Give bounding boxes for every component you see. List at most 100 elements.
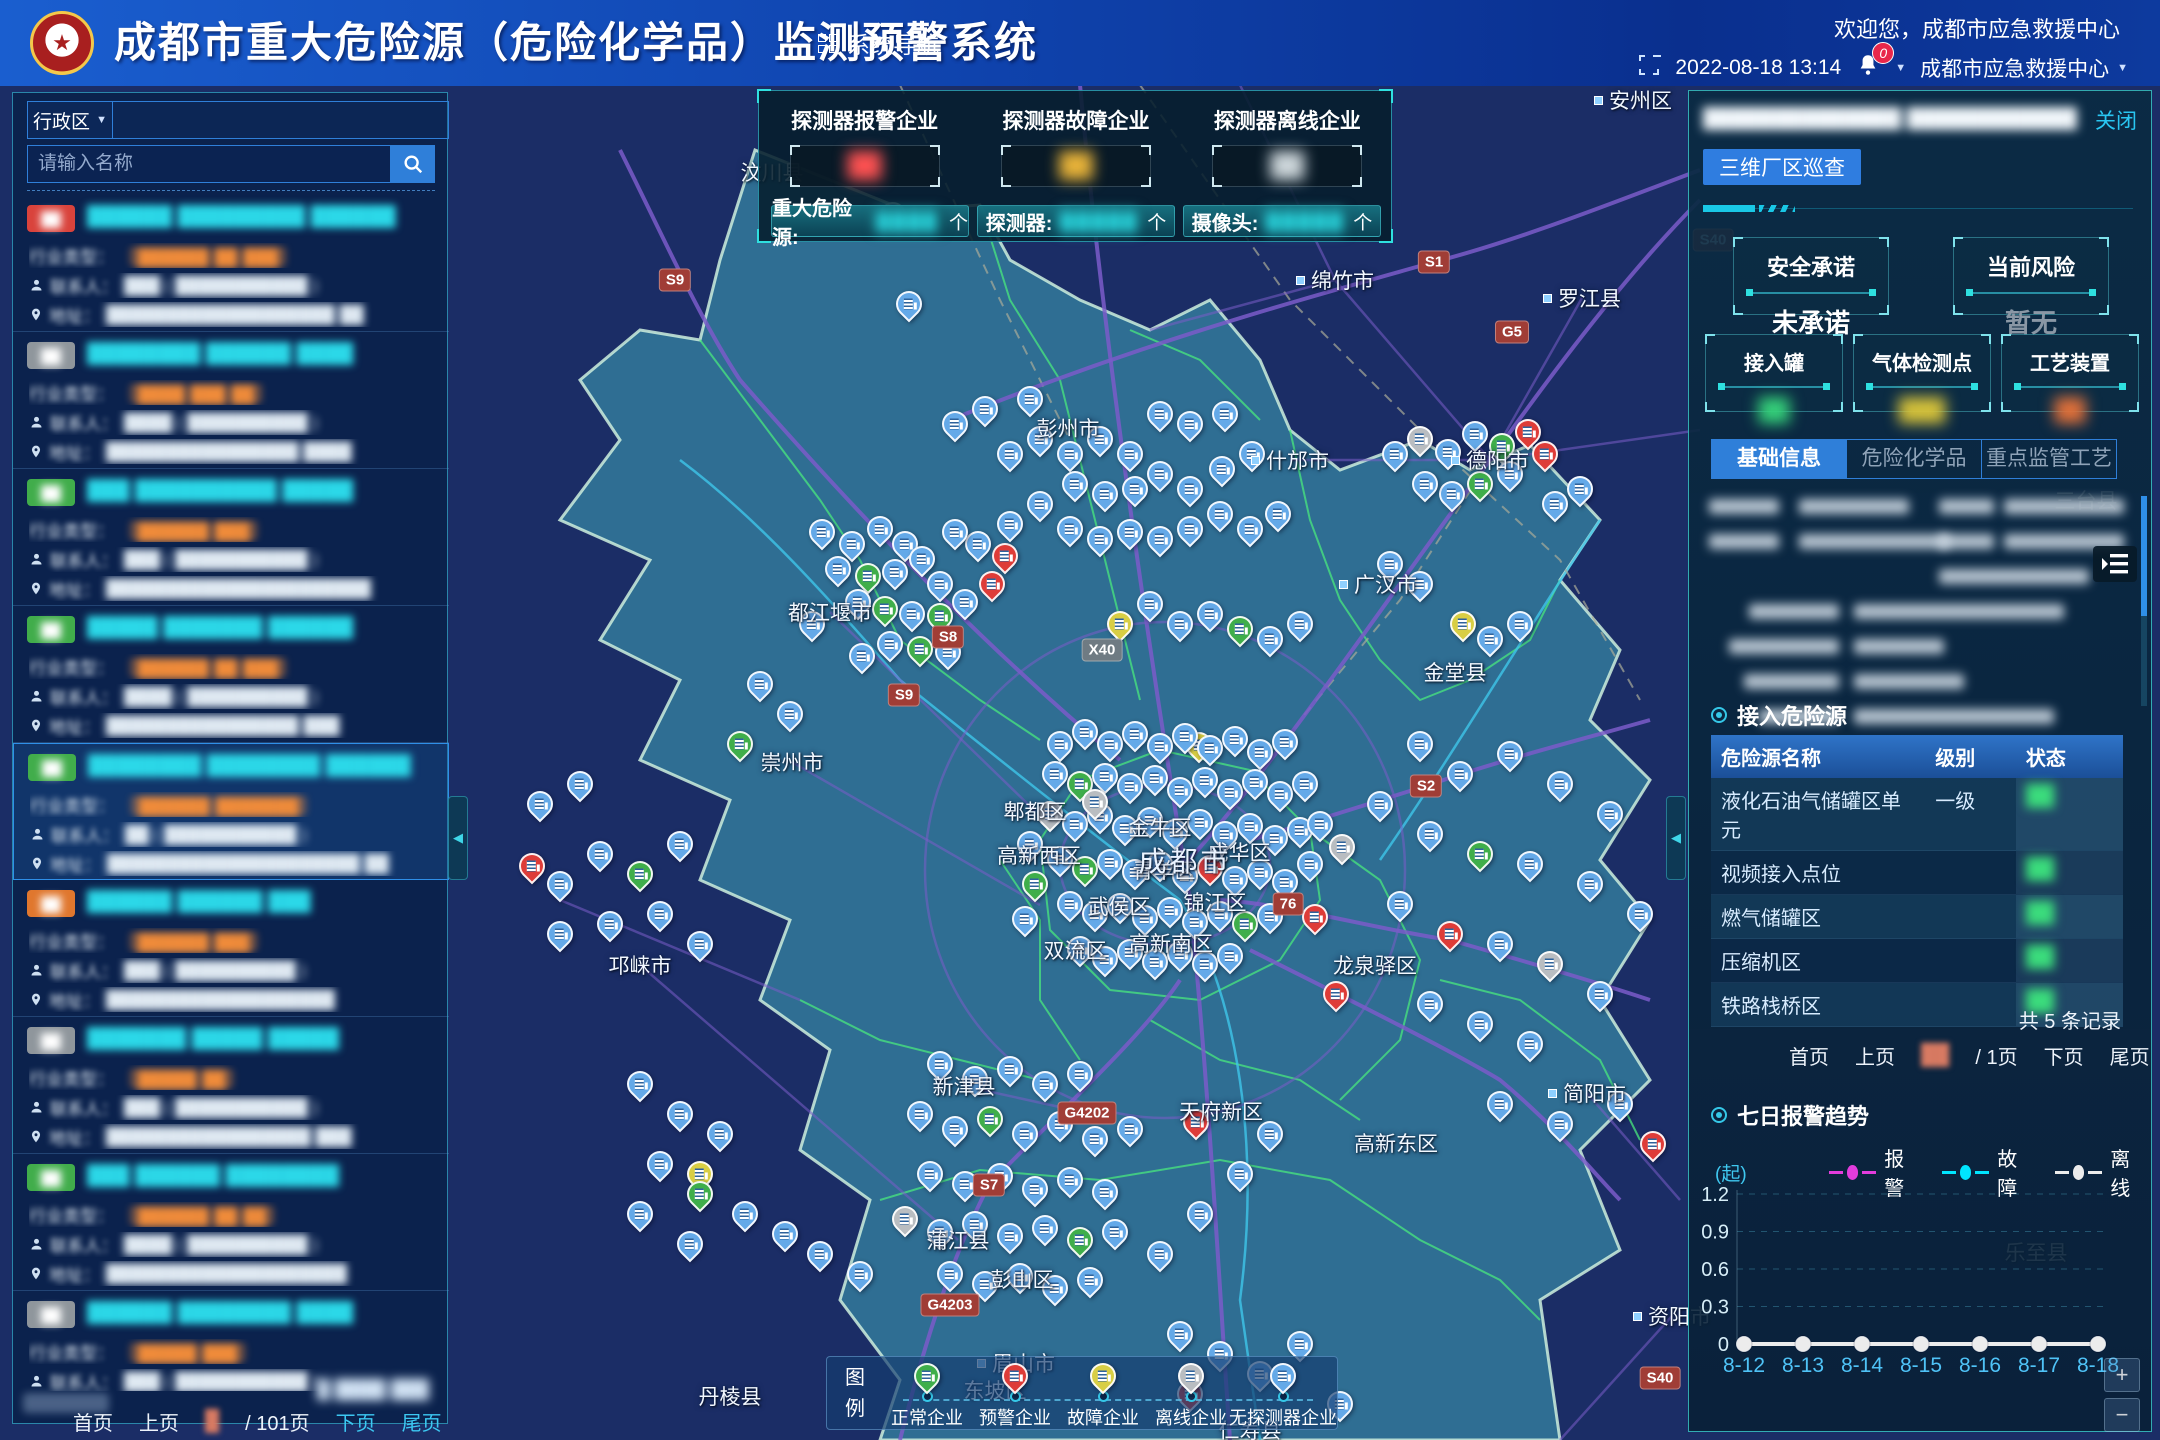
region-select[interactable]: 行政区 ▼ xyxy=(27,101,113,139)
enterprise-marker-pin[interactable] xyxy=(1072,1262,1109,1299)
enterprise-marker-pin[interactable] xyxy=(1382,886,1419,923)
trend-data-point[interactable] xyxy=(1972,1336,1988,1352)
enterprise-marker-pin[interactable] xyxy=(702,1116,739,1153)
last-page-button[interactable]: 尾页 xyxy=(402,1407,442,1436)
enterprise-marker-pin[interactable] xyxy=(1324,829,1361,866)
trend-data-point[interactable] xyxy=(1854,1336,1870,1352)
enterprise-marker-pin[interactable] xyxy=(972,1101,1009,1138)
enterprise-marker-pin[interactable] xyxy=(987,538,1024,575)
enterprise-marker-pin[interactable] xyxy=(1207,396,1244,433)
enterprise-marker-pin[interactable] xyxy=(1077,1121,1114,1158)
enterprise-marker-pin[interactable] xyxy=(592,906,629,943)
enterprise-marker-pin[interactable] xyxy=(672,1226,709,1263)
enterprise-marker-pin[interactable] xyxy=(802,1236,839,1273)
zoom-out-button[interactable]: − xyxy=(2104,1398,2140,1432)
tab-基础信息[interactable]: 基础信息 xyxy=(1711,439,1847,479)
enterprise-marker-pin[interactable] xyxy=(1532,946,1569,983)
enterprise-marker-pin[interactable] xyxy=(1622,896,1659,933)
enterprise-marker-pin[interactable] xyxy=(1172,471,1209,508)
enterprise-marker-pin[interactable] xyxy=(682,926,719,963)
enterprise-marker-pin[interactable] xyxy=(1142,396,1179,433)
enterprise-marker-pin[interactable] xyxy=(1027,1210,1064,1247)
enterprise-marker-pin[interactable] xyxy=(1222,611,1259,648)
enterprise-marker-pin[interactable] xyxy=(1162,1316,1199,1353)
enterprise-marker-pin[interactable] xyxy=(727,1196,764,1233)
company-list-item[interactable]: ███████ ███████ ██████行业类型：【██████ ██ ██… xyxy=(13,606,449,743)
company-list-item[interactable]: ██████████ ██████ ████行业类型：【████ ███ ██】… xyxy=(13,332,449,469)
zoom-in-button[interactable]: + xyxy=(2104,1358,2140,1392)
enterprise-marker-pin[interactable] xyxy=(742,666,779,703)
enterprise-marker-pin[interactable] xyxy=(1082,521,1119,558)
enterprise-marker-pin[interactable] xyxy=(992,506,1029,543)
enterprise-marker-pin[interactable] xyxy=(622,1196,659,1233)
enterprise-marker-pin[interactable] xyxy=(1062,1222,1099,1259)
prev-page-button[interactable]: 上页 xyxy=(139,1407,179,1436)
enterprise-marker-pin[interactable] xyxy=(1407,466,1444,503)
next-page-button[interactable]: 下页 xyxy=(336,1407,376,1436)
enterprise-marker-pin[interactable] xyxy=(992,436,1029,473)
enterprise-marker-pin[interactable] xyxy=(1462,1006,1499,1043)
enterprise-marker-pin[interactable] xyxy=(1592,796,1629,833)
enterprise-marker-pin[interactable] xyxy=(542,916,579,953)
enterprise-marker-pin[interactable] xyxy=(912,1156,949,1193)
enterprise-marker-pin[interactable] xyxy=(562,766,599,803)
enterprise-marker-pin[interactable] xyxy=(662,1096,699,1133)
enterprise-marker-pin[interactable] xyxy=(1182,1196,1219,1233)
enterprise-marker-pin[interactable] xyxy=(1432,916,1469,953)
enterprise-marker-pin[interactable] xyxy=(1542,766,1579,803)
enterprise-marker-pin[interactable] xyxy=(867,591,904,628)
enterprise-marker-pin[interactable] xyxy=(1318,976,1355,1013)
company-list-item[interactable]: █████████ █████ █████行业类型：【█████ ██】联系人：… xyxy=(13,1017,449,1154)
enterprise-marker-pin[interactable] xyxy=(1007,901,1044,938)
enterprise-marker-pin[interactable] xyxy=(1482,926,1519,963)
3d-tour-button[interactable]: 三维厂区巡查 xyxy=(1703,149,1861,185)
enterprise-marker-pin[interactable] xyxy=(514,848,551,885)
enterprise-marker-pin[interactable] xyxy=(804,514,841,551)
enterprise-marker-pin[interactable] xyxy=(872,626,909,663)
table-row[interactable]: 视频接入点位██ xyxy=(1711,851,2123,895)
enterprise-marker-pin[interactable] xyxy=(1022,486,1059,523)
search-input[interactable] xyxy=(27,145,391,183)
enterprise-marker-pin[interactable] xyxy=(1052,1162,1089,1199)
enterprise-marker-pin[interactable] xyxy=(887,1201,924,1238)
company-list-item[interactable]: ████████ █████████ ██████行业类型：【██████ ██… xyxy=(13,195,449,332)
enterprise-marker-pin[interactable] xyxy=(1204,451,1241,488)
enterprise-marker-pin[interactable] xyxy=(1132,586,1169,623)
enterprise-marker-pin[interactable] xyxy=(772,696,809,733)
enterprise-marker-pin[interactable] xyxy=(1062,1056,1099,1093)
first-page-button[interactable]: 首页 xyxy=(73,1407,113,1436)
scrollbar-thumb[interactable] xyxy=(2141,496,2147,616)
enterprise-marker-pin[interactable] xyxy=(844,638,881,675)
enterprise-marker-pin[interactable] xyxy=(1232,511,1269,548)
table-row[interactable]: 压缩机区██ xyxy=(1711,939,2123,983)
table-row[interactable]: 燃气储罐区██ xyxy=(1711,895,2123,939)
enterprise-marker-pin[interactable] xyxy=(1512,1026,1549,1063)
close-panel-link[interactable]: 关闭 xyxy=(2095,105,2137,135)
next-page-button[interactable]: 下页 xyxy=(2044,1041,2084,1070)
tab-重点监管工艺[interactable]: 重点监管工艺 xyxy=(1981,439,2117,479)
enterprise-marker-pin[interactable] xyxy=(1222,1156,1259,1193)
enterprise-marker-pin[interactable] xyxy=(992,1051,1029,1088)
enterprise-marker-pin[interactable] xyxy=(1282,606,1319,643)
enterprise-marker-pin[interactable] xyxy=(1087,1174,1124,1211)
enterprise-marker-pin[interactable] xyxy=(891,286,928,323)
enterprise-marker-pin[interactable] xyxy=(1112,1111,1149,1148)
enterprise-marker-pin[interactable] xyxy=(1202,496,1239,533)
org-switcher[interactable]: 成都市应急救援中心 ▼ xyxy=(1920,53,2128,83)
enterprise-marker-pin[interactable] xyxy=(992,1218,1029,1255)
enterprise-marker-pin[interactable] xyxy=(1412,986,1449,1023)
company-list-item[interactable]: ████████ ████████ ████行业类型：【█████ ███】联系… xyxy=(13,1291,449,1391)
company-list-item[interactable]: █████ ██████████ █████行业类型：【██████ ███】联… xyxy=(13,469,449,606)
notification-bell-icon[interactable]: 0 xyxy=(1855,52,1881,84)
detail-panel-collapse-handle[interactable]: ◀ xyxy=(1666,796,1686,880)
trend-data-point[interactable] xyxy=(1795,1336,1811,1352)
enterprise-marker-pin[interactable] xyxy=(1017,1171,1054,1208)
enterprise-marker-pin[interactable] xyxy=(1412,816,1449,853)
enterprise-marker-pin[interactable] xyxy=(1192,596,1229,633)
enterprise-marker-pin[interactable] xyxy=(642,1146,679,1183)
enterprise-marker-pin[interactable] xyxy=(1017,866,1054,903)
enterprise-marker-pin[interactable] xyxy=(1172,406,1209,443)
enterprise-marker-pin[interactable] xyxy=(1162,606,1199,643)
enterprise-marker-pin[interactable] xyxy=(894,596,931,633)
enterprise-marker-pin[interactable] xyxy=(622,856,659,893)
